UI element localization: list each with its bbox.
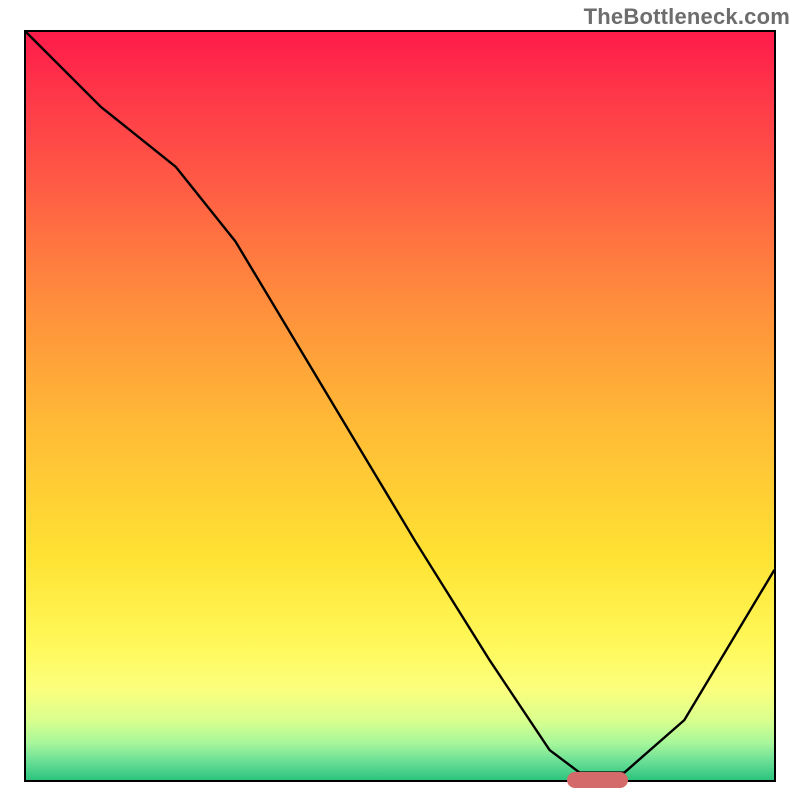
curve-svg: [26, 32, 774, 780]
plot-area: [24, 30, 776, 782]
optimum-marker: [567, 772, 627, 788]
bottleneck-curve: [26, 32, 774, 773]
watermark-text: TheBottleneck.com: [584, 4, 790, 30]
chart-stage: TheBottleneck.com: [0, 0, 800, 800]
